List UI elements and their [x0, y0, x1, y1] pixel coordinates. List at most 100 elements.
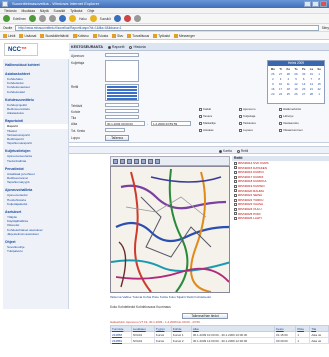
back-label[interactable]: Edellinen	[13, 17, 26, 21]
event-type-checkbox[interactable]: Ajoneuvo	[239, 107, 256, 111]
event-type-checkbox[interactable]: Kuljettaja	[239, 114, 255, 118]
link-item[interactable]: Suosikkitehtävät	[40, 33, 69, 38]
route-map[interactable]	[111, 167, 230, 293]
save-button[interactable]: Tallenna	[105, 135, 129, 141]
checkbox-icon	[239, 121, 242, 125]
go-button[interactable]: Siirry	[322, 26, 329, 30]
event-type-checkbox[interactable]: Hätämerkintä	[279, 107, 301, 111]
refresh-icon[interactable]	[49, 15, 57, 22]
event-type-checkbox[interactable]: Vikaantuminen	[279, 128, 303, 132]
event-type-checkbox[interactable]: Vastaanotto	[279, 121, 299, 125]
favorites-icon[interactable]	[89, 15, 97, 22]
table-cell[interactable]: 234859	[110, 337, 132, 344]
link-item[interactable]: Turvallisuus	[127, 33, 149, 38]
history-icon[interactable]	[113, 15, 121, 22]
sidebar-item[interactable]: Tiedonhallinta	[5, 159, 68, 163]
tab-history[interactable]: Historia	[129, 45, 146, 49]
calendar-day[interactable]: 27	[300, 92, 308, 97]
close-button[interactable]	[320, 1, 327, 7]
minimize-button[interactable]	[304, 1, 311, 7]
menu-tools[interactable]: Työkalut	[70, 8, 82, 13]
menu-file[interactable]: Tiedosto	[4, 8, 17, 13]
link-item[interactable]: Tulosta	[92, 33, 108, 38]
map-toolbar	[110, 156, 230, 166]
sidebar-nav: Hallinnoiduut kohteet Asiakaskohteet Kohde…	[3, 59, 69, 309]
duration-input[interactable]	[105, 128, 125, 132]
calendar-day[interactable]: 1	[315, 92, 323, 97]
event-type-checkbox[interactable]: Kaikki	[199, 107, 211, 111]
checkbox-icon	[234, 161, 237, 165]
table-cell: 30.1.2009 12:00:00 - 30.1.2009 12:30:00	[190, 337, 276, 344]
stop-icon[interactable]	[39, 15, 47, 22]
target-select[interactable]	[105, 109, 139, 113]
forward-icon[interactable]	[29, 15, 37, 22]
time-label: Aika	[71, 122, 78, 126]
event-type-checkbox[interactable]: Lupaus	[239, 128, 253, 132]
link-item[interactable]: Kotisivu	[72, 33, 89, 38]
task-select[interactable]	[105, 103, 139, 107]
link-item[interactable]: Linkit	[3, 33, 15, 38]
link-item[interactable]: Messenger	[174, 33, 195, 38]
sidebar-item[interactable]: Tukipalvelu	[5, 249, 68, 253]
tab-route[interactable]: Reitti	[236, 149, 248, 153]
start-time-input[interactable]: 30.1.2009 00:00:00	[105, 121, 145, 126]
link-item[interactable]: Sivu	[112, 33, 123, 38]
select-icon[interactable]	[134, 158, 139, 164]
mail-icon[interactable]	[123, 15, 131, 22]
sidebar-item[interactable]: Aikataulutus	[5, 111, 68, 115]
view-options[interactable]: Koko Kohdetiedot Kohdekuvaus Kuormaus	[110, 304, 329, 310]
tab-map[interactable]: Kartta	[219, 149, 232, 153]
print-icon[interactable]	[155, 158, 160, 164]
menu-favorites[interactable]: Suosikit	[54, 8, 66, 13]
maximize-button[interactable]	[312, 1, 319, 7]
search-label[interactable]: Haku	[79, 17, 86, 21]
table-row[interactable]: 234859 NVA01 Kurssi Kurssi 2 30.1.2009 12:00…	[110, 337, 329, 344]
route-item[interactable]: RPZ40026 LAHTI	[232, 216, 329, 221]
sidebar-item[interactable]: Tapahtumatyypit	[5, 180, 68, 184]
pan-icon[interactable]	[127, 158, 132, 164]
map-action-links[interactable]: Tallenna Valitse Tulosta Kohta Piste Koh…	[110, 294, 329, 300]
event-type-checkbox[interactable]: Tarkastus	[239, 121, 256, 125]
status-select[interactable]	[105, 115, 139, 119]
sidebar-group-title[interactable]: Hallinnoiduut kohteet	[5, 63, 68, 68]
info-icon[interactable]	[148, 158, 153, 164]
home-icon[interactable]	[59, 15, 67, 22]
search-icon[interactable]	[69, 15, 77, 22]
gear-icon	[153, 33, 158, 38]
menu-edit[interactable]: Muokkaa	[22, 8, 35, 13]
event-type-checkbox[interactable]: Tavara	[199, 114, 212, 118]
event-type-checkbox[interactable]: Matkailija	[199, 121, 216, 125]
end-time-input[interactable]: 1.2.2009 23:59:59	[151, 121, 191, 126]
event-type-checkbox[interactable]: Asiakas	[199, 128, 214, 132]
map-view[interactable]	[110, 166, 230, 293]
save-fetch-button[interactable]: Tallenna/Hae tiedot	[182, 313, 228, 319]
link-item[interactable]: Työkalut	[153, 33, 170, 38]
sidebar-item[interactable]: Järjestelmän asetukset	[5, 232, 68, 236]
favorites-label[interactable]: Suosikit	[100, 17, 111, 21]
menu-view[interactable]: Näytä	[40, 8, 49, 13]
date-calendar[interactable]: Helmi 2009 Ma Ti Ke To Pe La Su 26 27 28 29 30 31 1 2 3…	[267, 60, 325, 104]
link-item[interactable]: Lisäosat	[19, 33, 36, 38]
zoom-in-icon[interactable]	[113, 158, 118, 164]
driver-list[interactable]	[105, 60, 139, 82]
print-icon[interactable]	[133, 15, 141, 22]
tab-reports[interactable]: Raportit	[107, 45, 124, 49]
measure-icon[interactable]	[141, 158, 146, 164]
sidebar-item[interactable]: Kuljettajatiedot	[5, 202, 68, 206]
calendar-day[interactable]: 25	[284, 92, 292, 97]
vehicle-select[interactable]	[105, 53, 139, 57]
event-type-checkbox[interactable]: Lähetys	[279, 114, 294, 118]
checkbox-icon	[234, 198, 237, 202]
back-icon[interactable]	[3, 15, 10, 22]
calendar-day[interactable]: 24	[277, 92, 285, 97]
sidebar-item[interactable]: Tapahtumaraportit	[5, 141, 68, 145]
calendar-day[interactable]: 26	[292, 92, 300, 97]
calendar-day[interactable]: 28	[308, 92, 316, 97]
calendar-grid[interactable]: Ma Ti Ke To Pe La Su 26 27 28 29 30 31 1 2 3 4 5 6 7 8 9 10 11 1…	[268, 66, 324, 98]
zoom-out-icon[interactable]	[120, 158, 125, 164]
sidebar-item[interactable]: Kohdeluvatut	[5, 90, 68, 94]
route-list[interactable]	[105, 84, 139, 101]
address-input[interactable]: http://www.mtvsuunnittelu.fi/sovellus/Ra…	[15, 24, 319, 31]
menu-help[interactable]: Ohje	[87, 8, 94, 13]
calendar-day[interactable]: 23	[269, 92, 277, 97]
